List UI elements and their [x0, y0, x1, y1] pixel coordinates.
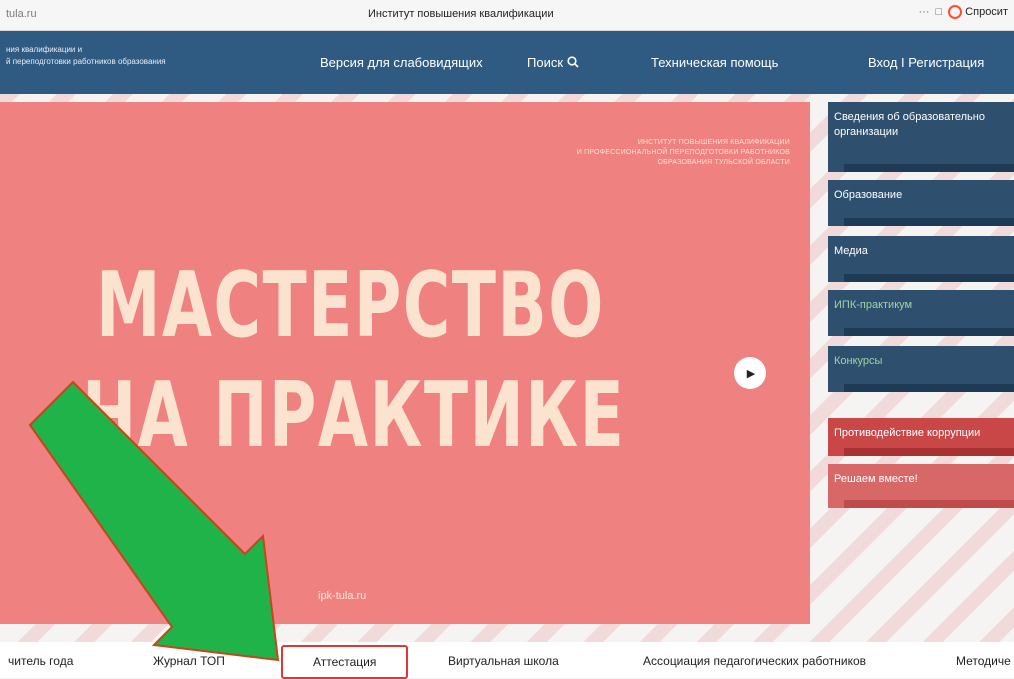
- tab-top-journal[interactable]: Журнал ТОП: [153, 654, 225, 668]
- tab-teachers-association[interactable]: Ассоциация педагогических работников: [643, 654, 866, 668]
- nav-search[interactable]: Поиск: [527, 55, 579, 70]
- nav-low-vision-version[interactable]: Версия для слабовидящих: [320, 55, 483, 70]
- side-item-media[interactable]: Медиа: [828, 236, 1014, 282]
- side-item-label: Образование: [834, 189, 903, 201]
- banner-subtitle-line: ИНСТИТУТ ПОВЫШЕНИЯ КВАЛИФИКАЦИИ: [637, 139, 790, 146]
- ask-button[interactable]: Спросит: [948, 5, 1008, 19]
- nav-tech-support[interactable]: Техническая помощь: [651, 55, 778, 70]
- ask-button-label: Спросит: [965, 6, 1008, 18]
- hero-banner[interactable]: ИНСТИТУТ ПОВЫШЕНИЯ КВАЛИФИКАЦИИ И ПРОФЕС…: [0, 102, 810, 624]
- side-item-label: ИПК-практикум: [834, 299, 913, 311]
- side-item-anticorruption[interactable]: Противодействие коррупции: [828, 418, 1014, 456]
- more-icon[interactable]: ···: [919, 6, 930, 18]
- site-brand[interactable]: ния квалификации и й переподготовки рабо…: [6, 44, 166, 68]
- browser-actions: ··· □ Спросит: [919, 5, 1008, 19]
- main-content: ИНСТИТУТ ПОВЫШЕНИЯ КВАЛИФИКАЦИИ И ПРОФЕС…: [0, 94, 1014, 642]
- banner-subtitle: ИНСТИТУТ ПОВЫШЕНИЯ КВАЛИФИКАЦИИ И ПРОФЕС…: [490, 138, 790, 168]
- search-icon: [567, 56, 579, 68]
- side-item-label: Сведения об образовательно организации: [834, 111, 985, 138]
- side-item-label: Противодействие коррупции: [834, 427, 981, 439]
- brand-line-2: й переподготовки работников образования: [6, 57, 166, 66]
- assistant-icon: [948, 5, 963, 19]
- side-item-contests[interactable]: Конкурсы: [828, 346, 1014, 392]
- tab-methodical[interactable]: Методиче: [956, 654, 1011, 668]
- side-item-solve-together[interactable]: Решаем вместе!: [828, 464, 1014, 508]
- banner-site: ipk-tula.ru: [318, 590, 367, 602]
- tab-virtual-school[interactable]: Виртуальная школа: [448, 654, 559, 668]
- side-item-label: Конкурсы: [834, 355, 883, 367]
- side-item-label: Медиа: [834, 245, 868, 257]
- side-item-label: Решаем вместе!: [834, 473, 918, 485]
- banner-headline-2: НА ПРАКТИКЕ: [82, 363, 626, 468]
- page-tab-title: Институт повышения квалификации: [368, 8, 554, 20]
- brand-line-1: ния квалификации и: [6, 45, 83, 54]
- banner-subtitle-line: ОБРАЗОВАНИЯ ТУЛЬСКОЙ ОБЛАСТИ: [657, 159, 790, 166]
- play-button[interactable]: ▶: [734, 357, 766, 389]
- site-header: ния квалификации и й переподготовки рабо…: [0, 31, 1014, 94]
- nav-search-label: Поиск: [527, 55, 564, 70]
- bottom-tabs: читель года Журнал ТОП Аттестация Виртуа…: [0, 642, 1014, 679]
- side-item-ipk-workshop[interactable]: ИПК-практикум: [828, 290, 1014, 336]
- banner-subtitle-line: И ПРОФЕССИОНАЛЬНОЙ ПЕРЕПОДГОТОВКИ РАБОТН…: [576, 149, 790, 156]
- banner-headline-1: МАСТЕРСТВО: [96, 253, 605, 358]
- side-item-education[interactable]: Образование: [828, 180, 1014, 226]
- address-bar[interactable]: tula.ru: [6, 8, 37, 20]
- play-icon: ▶: [746, 367, 756, 380]
- tab-teacher-of-year[interactable]: читель года: [8, 654, 73, 668]
- browser-toolbar: tula.ru Институт повышения квалификации …: [0, 0, 1014, 31]
- tab-attestation[interactable]: Аттестация: [281, 645, 409, 679]
- bookmark-icon[interactable]: □: [936, 6, 943, 18]
- nav-login-register[interactable]: Вход I Регистрация: [868, 55, 984, 70]
- side-item-info[interactable]: Сведения об образовательно организации: [828, 102, 1014, 172]
